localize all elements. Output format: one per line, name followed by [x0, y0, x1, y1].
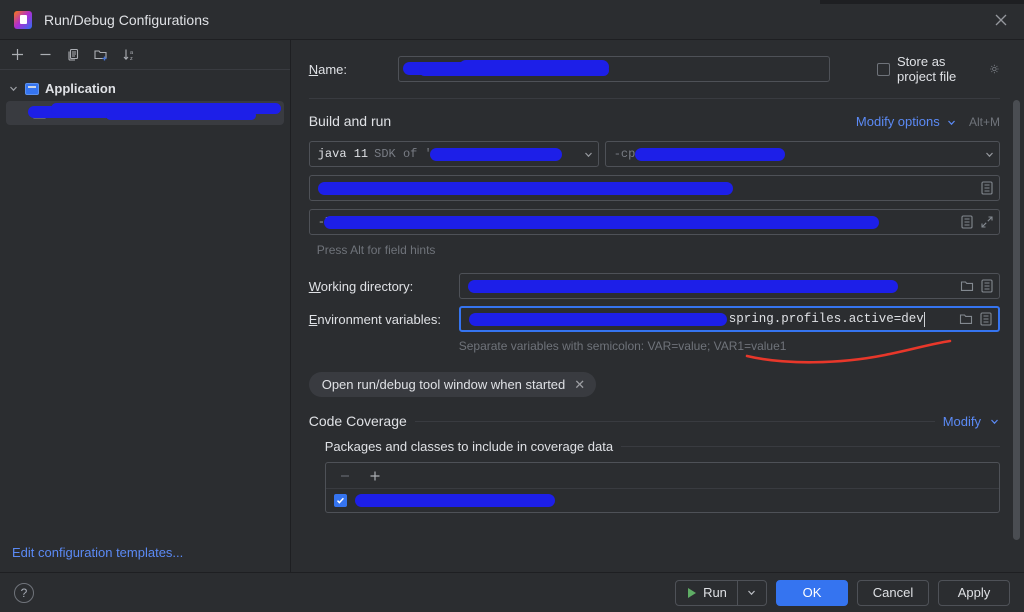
- run-button[interactable]: Run: [677, 580, 738, 605]
- coverage-item-checkbox[interactable]: [333, 494, 347, 507]
- code-coverage-title: Code Coverage: [308, 413, 407, 429]
- intellij-idea-icon: [14, 10, 32, 29]
- store-as-project-file-checkbox[interactable]: [877, 62, 891, 76]
- close-small-icon[interactable]: ✕: [574, 377, 585, 393]
- store-as-project-file-row[interactable]: Store as project file: [877, 54, 1000, 84]
- chevron-down-icon[interactable]: [583, 149, 594, 160]
- redaction-mark: [467, 279, 898, 293]
- dialog-footer: ? Run OK Cancel Apply: [0, 572, 1024, 612]
- modify-options-shortcut: Alt+M: [968, 114, 1000, 129]
- folder-icon[interactable]: [958, 311, 974, 327]
- list-icon[interactable]: [978, 311, 994, 327]
- window-title: Run/Debug Configurations: [44, 11, 209, 28]
- classpath-prefix-label: -cp: [613, 147, 636, 161]
- gear-icon[interactable]: [989, 62, 1000, 76]
- code-coverage-modify-link[interactable]: Modify: [943, 414, 981, 429]
- list-icon[interactable]: [979, 278, 995, 294]
- sidebar-toolbar: a z: [0, 40, 290, 70]
- redaction-mark: [317, 181, 733, 195]
- chevron-down-icon: [747, 590, 755, 596]
- sort-configurations-button[interactable]: a z: [116, 43, 142, 67]
- redaction-mark: [468, 312, 727, 326]
- chip-open-run-debug-tool-window[interactable]: Open run/debug tool window when started …: [308, 372, 597, 397]
- working-directory-row: Working directory:: [309, 273, 1000, 299]
- redaction-mark: [106, 111, 256, 120]
- coverage-packages-section: Packages and classes to include in cover…: [309, 439, 1000, 513]
- application-icon: [25, 82, 39, 95]
- redaction-mark: [324, 215, 880, 229]
- add-package-button[interactable]: [362, 464, 388, 488]
- environment-variables-label: Environment variables:: [308, 311, 441, 327]
- configurations-sidebar: a z Application Edit configuration templ…: [0, 40, 291, 572]
- working-directory-label: Working directory:: [308, 278, 414, 294]
- cancel-button[interactable]: Cancel: [857, 579, 929, 606]
- redaction-mark: [419, 65, 610, 76]
- environment-variables-input[interactable]: spring.profiles.active=dev: [458, 306, 1000, 332]
- edit-configuration-templates-link[interactable]: Edit configuration templates...: [0, 532, 290, 572]
- working-directory-input[interactable]: [458, 273, 1000, 299]
- tree-item-configuration[interactable]: [6, 101, 284, 125]
- svg-text:z: z: [130, 56, 133, 62]
- configurations-tree[interactable]: Application: [0, 70, 290, 532]
- add-configuration-button[interactable]: [4, 43, 30, 67]
- environment-variables-value: spring.profiles.active=dev: [728, 312, 924, 326]
- expand-icon[interactable]: [979, 214, 995, 230]
- coverage-list-toolbar: [325, 463, 999, 489]
- close-icon[interactable]: [992, 11, 1010, 29]
- run-button-label: Run: [703, 585, 727, 600]
- list-icon[interactable]: [959, 214, 975, 230]
- remove-package-button[interactable]: [332, 464, 358, 488]
- coverage-packages-title: Packages and classes to include in cover…: [324, 439, 614, 454]
- redaction-mark: [354, 494, 555, 507]
- help-button[interactable]: ?: [14, 582, 34, 603]
- list-icon[interactable]: [979, 180, 995, 196]
- new-folder-button[interactable]: [88, 43, 114, 67]
- coverage-list-item[interactable]: [326, 489, 999, 512]
- coverage-packages-list[interactable]: [324, 462, 1000, 513]
- build-and-run-header: Build and run Modify options Alt+M: [309, 113, 1000, 129]
- chevron-down-icon[interactable]: [946, 117, 957, 128]
- chip-label: Open run/debug tool window when started: [321, 377, 566, 392]
- copy-configuration-button[interactable]: [60, 43, 86, 67]
- run-dropdown-button[interactable]: [738, 581, 765, 605]
- options-chip-row: Open run/debug tool window when started …: [308, 372, 1000, 397]
- chevron-down-icon[interactable]: [989, 416, 1000, 427]
- tree-group-application[interactable]: Application: [0, 78, 290, 99]
- redaction-mark: [635, 147, 786, 161]
- ok-button[interactable]: OK: [776, 579, 848, 606]
- name-row: Name: Store as project file: [309, 54, 1000, 84]
- sdk-version-label: java 11: [317, 147, 369, 161]
- window-titlebar: Run/Debug Configurations: [0, 0, 1024, 40]
- redaction-mark: [429, 147, 562, 161]
- run-split-button[interactable]: Run: [675, 579, 767, 606]
- apply-button[interactable]: Apply: [938, 579, 1010, 606]
- footer-buttons: Run OK Cancel Apply: [675, 579, 1010, 606]
- divider: [308, 98, 1000, 99]
- main-class-field[interactable]: [308, 175, 1000, 201]
- build-and-run-title: Build and run: [308, 113, 392, 129]
- store-as-project-file-label: Store as project file: [897, 54, 957, 84]
- modify-options-link[interactable]: Modify options: [856, 114, 940, 129]
- name-input[interactable]: [398, 56, 831, 82]
- tree-group-label: Application: [45, 81, 116, 96]
- text-caret: [923, 311, 925, 327]
- sdk-classpath-row: java 11 SDK of ' -cp: [308, 141, 1000, 167]
- chevron-down-icon[interactable]: [984, 149, 995, 160]
- field-hints-text: Press Alt for field hints: [316, 243, 436, 257]
- code-coverage-header: Code Coverage Modify: [309, 413, 1000, 429]
- remove-configuration-button[interactable]: [32, 43, 58, 67]
- configuration-editor-panel: Name: Store as project file Build and ru…: [290, 40, 1024, 572]
- environment-variables-hint: Separate variables with semicolon: VAR=v…: [458, 339, 787, 353]
- titlebar-strip: [820, 0, 1024, 4]
- sdk-of-label: SDK of ': [374, 147, 432, 161]
- folder-icon[interactable]: [959, 278, 975, 294]
- environment-variables-row: Environment variables: spring.profiles.a…: [309, 306, 1000, 332]
- sdk-dropdown[interactable]: java 11 SDK of ': [308, 141, 599, 167]
- vm-options-field[interactable]: -D: [308, 209, 1000, 235]
- vertical-scrollbar[interactable]: [1013, 100, 1020, 540]
- name-label: Name:: [308, 61, 348, 77]
- chevron-down-icon: [10, 86, 17, 92]
- play-icon: [688, 587, 697, 598]
- classpath-dropdown[interactable]: -cp: [604, 141, 1000, 167]
